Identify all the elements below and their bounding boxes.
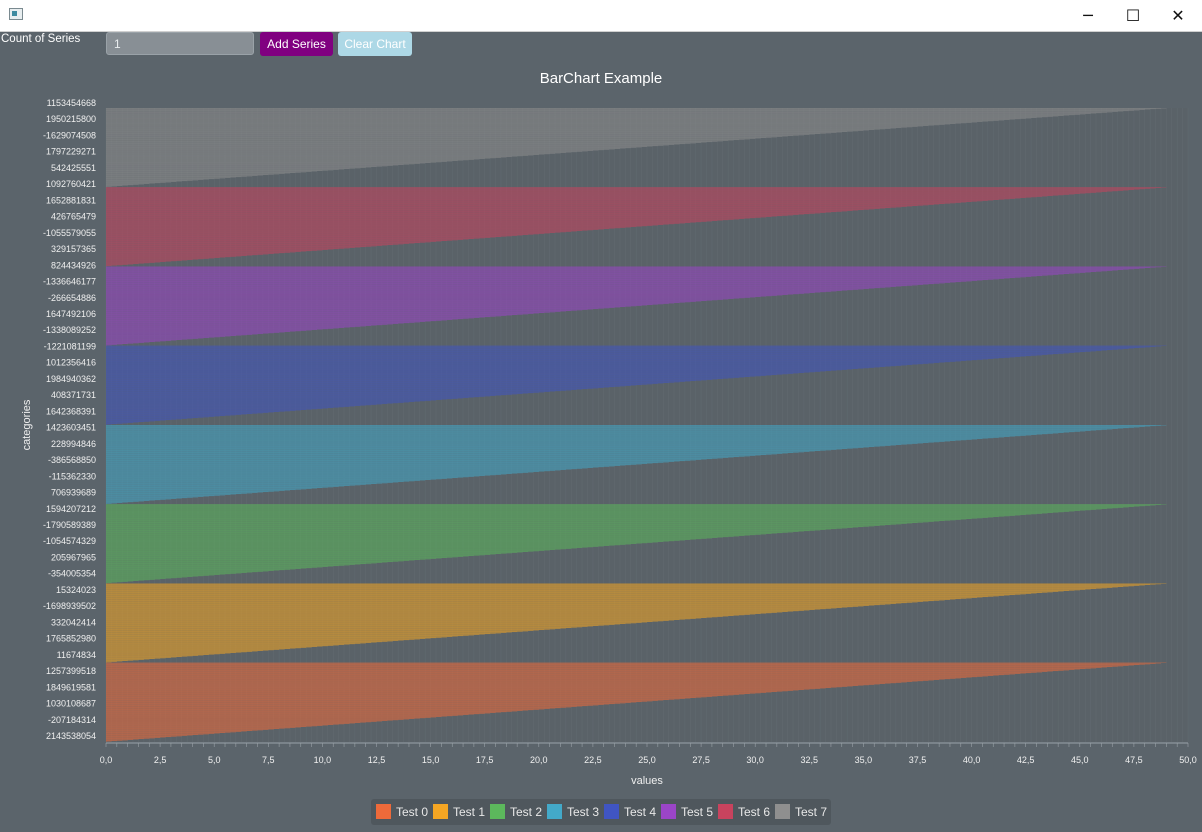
y-tick-label: 706939689	[51, 488, 96, 498]
legend-swatch	[547, 804, 562, 819]
count-of-series-input[interactable]	[106, 32, 254, 55]
y-tick-label: 1765852980	[46, 634, 96, 644]
y-tick-label: 1423603451	[46, 423, 96, 433]
y-tick-label: 1652881831	[46, 195, 96, 205]
x-tick-label: 50,0	[1179, 755, 1197, 765]
legend-swatch	[775, 804, 790, 819]
y-tick-label: 1950215800	[46, 114, 96, 124]
y-tick-label: 205967965	[51, 552, 96, 562]
x-tick-label: 22,5	[584, 755, 602, 765]
x-tick-label: 12,5	[368, 755, 386, 765]
legend-swatch	[376, 804, 391, 819]
y-tick-label: -1055579055	[43, 228, 96, 238]
title-bar: ─ ☐ ✕	[0, 0, 1202, 32]
y-tick-label: 329157365	[51, 244, 96, 254]
legend-swatch	[718, 804, 733, 819]
legend-swatch	[490, 804, 505, 819]
y-tick-label: -1698939502	[43, 601, 96, 611]
y-tick-label: 1984940362	[46, 374, 96, 384]
y-axis-label: categories	[21, 399, 33, 450]
minimize-button[interactable]: ─	[1065, 0, 1111, 31]
x-axis-minor-ticks	[105, 743, 1189, 747]
legend-label: Test 6	[738, 805, 771, 819]
x-tick-label: 45,0	[1071, 755, 1089, 765]
y-tick-label: -266654886	[48, 293, 96, 303]
y-tick-label: 1642368391	[46, 406, 96, 416]
y-tick-label: 1797229271	[46, 147, 96, 157]
y-tick-label: 11674834	[57, 650, 96, 660]
x-tick-label: 35,0	[855, 755, 873, 765]
y-tick-label: 1647492106	[46, 309, 96, 319]
legend-label: Test 4	[624, 805, 657, 819]
y-tick-label: 1257399518	[46, 666, 96, 676]
y-tick-label: 1092760421	[46, 179, 96, 189]
maximize-button[interactable]: ☐	[1110, 0, 1156, 31]
x-tick-label: 5,0	[208, 755, 221, 765]
x-tick-label: 30,0	[746, 755, 764, 765]
legend-label: Test 1	[453, 805, 486, 819]
x-tick-label: 17,5	[476, 755, 494, 765]
y-tick-label: -386568850	[48, 455, 96, 465]
close-button[interactable]: ✕	[1155, 0, 1201, 31]
chart-legend: Test 0 Test 1 Test 2 Test 3 Test 4 Test 5 Test…	[371, 799, 831, 825]
app-icon	[9, 8, 23, 20]
y-tick-label: -207184314	[48, 715, 96, 725]
legend-label: Test 7	[795, 805, 828, 819]
x-tick-label: 25,0	[638, 755, 656, 765]
x-axis-label: values	[631, 775, 663, 787]
y-tick-label: -1338089252	[43, 325, 96, 335]
x-tick-label: 7,5	[262, 755, 275, 765]
y-tick-label: 228994846	[51, 439, 96, 449]
add-series-button[interactable]: Add Series	[260, 32, 333, 56]
legend-label: Test 5	[681, 805, 714, 819]
y-tick-label: 1849619581	[46, 682, 96, 692]
y-tick-label: 426765479	[51, 212, 96, 222]
x-tick-label: 32,5	[801, 755, 819, 765]
y-tick-label: 15324023	[56, 585, 96, 595]
y-tick-label: 1153454668	[47, 98, 96, 108]
x-tick-label: 47,5	[1125, 755, 1143, 765]
y-tick-label: 1594207212	[46, 504, 96, 514]
legend-swatch	[661, 804, 676, 819]
legend-swatch	[604, 804, 619, 819]
legend-label: Test 3	[567, 805, 600, 819]
clear-chart-button[interactable]: Clear Chart	[338, 32, 412, 56]
x-tick-label: 40,0	[963, 755, 981, 765]
x-tick-label: 2,5	[154, 755, 167, 765]
y-tick-label: 332042414	[51, 617, 96, 627]
y-tick-label: -1336646177	[43, 277, 96, 287]
y-tick-label: -115362330	[49, 471, 96, 481]
x-tick-label: 10,0	[314, 755, 332, 765]
x-tick-label: 42,5	[1017, 755, 1035, 765]
legend-label: Test 2	[510, 805, 543, 819]
y-tick-label: 1012356416	[46, 358, 96, 368]
y-tick-label: -1790589389	[43, 520, 96, 530]
x-tick-label: 27,5	[692, 755, 710, 765]
y-tick-label: 2143538054	[46, 731, 96, 741]
y-tick-label: -1221081199	[44, 341, 96, 351]
x-tick-label: 0,0	[100, 755, 113, 765]
legend-label: Test 0	[396, 805, 429, 819]
x-tick-label: 20,0	[530, 755, 548, 765]
y-tick-label: -1629074508	[43, 130, 96, 140]
y-tick-label: 824434926	[51, 260, 96, 270]
count-of-series-label: Count of Series	[1, 33, 81, 45]
y-tick-label: 542425551	[51, 163, 96, 173]
x-tick-label: 37,5	[909, 755, 927, 765]
y-tick-label: -1054574329	[43, 536, 96, 546]
bar-chart: BarChart Example 0,0 2,5 5,0 7,5 10,0 12,5 15,0…	[21, 70, 1197, 787]
y-tick-label: 1030108687	[46, 699, 96, 709]
legend-swatch	[433, 804, 448, 819]
y-tick-label: 408371731	[51, 390, 96, 400]
x-tick-label: 15,0	[422, 755, 440, 765]
y-tick-label: -354005354	[48, 569, 96, 579]
chart-title: BarChart Example	[540, 70, 663, 87]
